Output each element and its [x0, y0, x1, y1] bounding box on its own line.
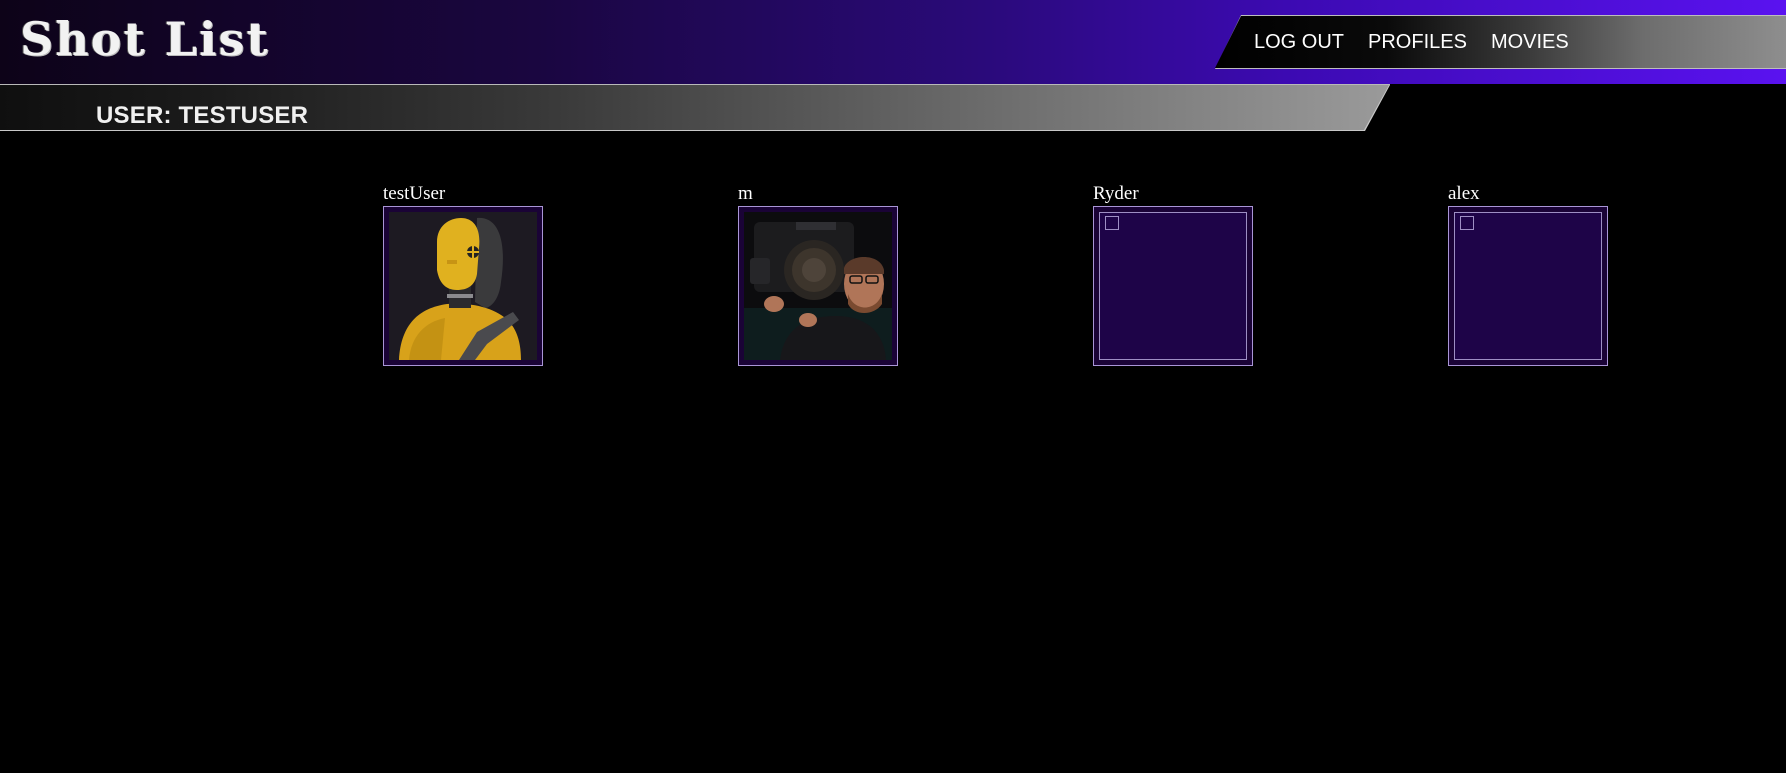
broken-image-icon: [1460, 216, 1474, 230]
profile-name[interactable]: testUser: [383, 183, 545, 205]
profile-avatar-frame[interactable]: [1093, 206, 1253, 366]
empty-avatar: [1099, 212, 1247, 360]
app-logo[interactable]: Shot List: [20, 12, 270, 66]
profile-card[interactable]: testUser: [383, 183, 545, 366]
profiles-link[interactable]: PROFILES: [1368, 30, 1467, 54]
movies-link[interactable]: MOVIES: [1491, 30, 1569, 54]
profile-avatar-frame[interactable]: [1448, 206, 1608, 366]
profile-card[interactable]: Ryder: [1093, 183, 1255, 366]
profile-name[interactable]: alex: [1448, 183, 1610, 205]
empty-avatar: [1454, 212, 1602, 360]
header-divider: [0, 84, 1390, 85]
profile-card[interactable]: alex: [1448, 183, 1610, 366]
crash-test-dummy-avatar: [389, 212, 537, 360]
camera-operator-avatar: [744, 212, 892, 360]
main-nav: LOG OUT PROFILES MOVIES: [1254, 30, 1569, 54]
crash-test-dummy-image: [389, 212, 537, 360]
profile-avatar-frame[interactable]: [738, 206, 898, 366]
profile-name[interactable]: m: [738, 183, 900, 205]
camera-operator-image: [744, 212, 892, 360]
page-title: USER: TESTUSER: [96, 102, 309, 129]
broken-image-icon: [1105, 216, 1119, 230]
profile-card[interactable]: m: [738, 183, 900, 366]
profile-name[interactable]: Ryder: [1093, 183, 1255, 205]
logout-link[interactable]: LOG OUT: [1254, 30, 1344, 54]
profile-avatar-frame[interactable]: [383, 206, 543, 366]
